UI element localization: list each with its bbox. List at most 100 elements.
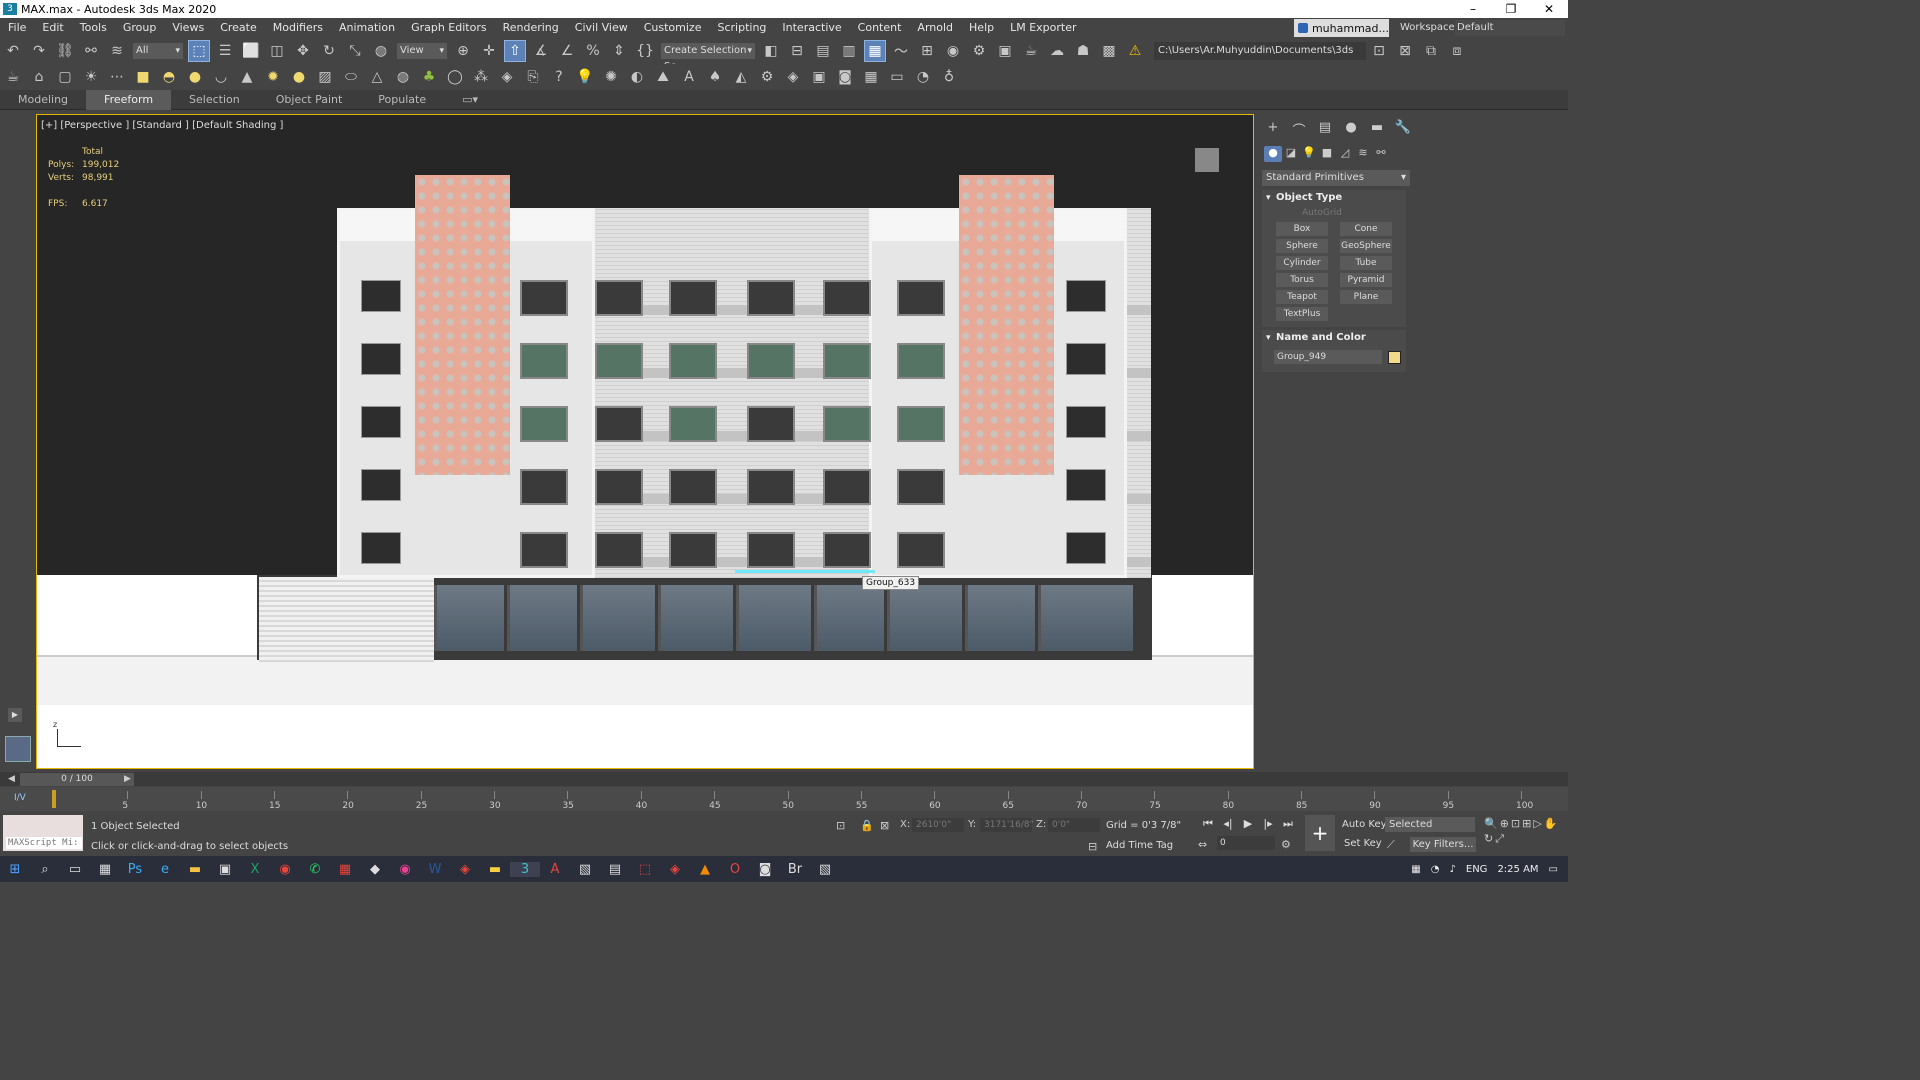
store-icon[interactable]: ▣: [210, 862, 240, 877]
zoom-all-icon[interactable]: ⊕: [1500, 817, 1509, 830]
app-icon[interactable]: ◉: [390, 862, 420, 877]
cone-primitive-icon[interactable]: ▲: [236, 66, 258, 88]
gear-icon[interactable]: ⚙: [756, 66, 778, 88]
pyramid-button[interactable]: Pyramid: [1340, 273, 1392, 287]
vlc-icon[interactable]: ▲: [690, 862, 720, 877]
create-tab-icon[interactable]: +: [1260, 120, 1286, 140]
name-and-color-title[interactable]: Name and Color: [1262, 330, 1406, 346]
capsule-icon[interactable]: ⬭: [340, 66, 362, 88]
whatsapp-icon[interactable]: ✆: [300, 862, 330, 877]
space-warps-icon[interactable]: ≋: [1354, 146, 1372, 162]
set-key-button[interactable]: Set Key: [1344, 838, 1382, 849]
chrome-icon[interactable]: ◉: [270, 862, 300, 877]
teapot-button[interactable]: Teapot: [1276, 290, 1328, 304]
menu-views[interactable]: Views: [164, 18, 212, 38]
viewport-layout-button[interactable]: [5, 736, 31, 762]
field-of-view-icon[interactable]: ▷: [1533, 817, 1541, 830]
schematic-view-icon[interactable]: ⊞: [916, 40, 938, 62]
shapes-icon[interactable]: ◪: [1282, 146, 1300, 162]
object-name-field[interactable]: Group_949: [1274, 350, 1382, 364]
set-keys-button[interactable]: +: [1305, 815, 1335, 851]
orbit-icon[interactable]: ↻: [1484, 832, 1493, 846]
menu-arnold[interactable]: Arnold: [909, 18, 961, 38]
modify-tab-icon[interactable]: ⌒: [1286, 120, 1312, 140]
tree-icon[interactable]: ♠: [704, 66, 726, 88]
menu-help[interactable]: Help: [961, 18, 1002, 38]
place-icon[interactable]: ◍: [370, 40, 392, 62]
particles-icon[interactable]: ⁂: [470, 66, 492, 88]
menu-modifiers[interactable]: Modifiers: [265, 18, 331, 38]
cameras-icon[interactable]: ■: [1318, 146, 1336, 162]
key-mode-toggle-icon[interactable]: ⇔: [1198, 838, 1207, 851]
app-icon[interactable]: ◈: [450, 862, 480, 877]
app-icon[interactable]: ◈: [660, 862, 690, 877]
play-icon[interactable]: ▶: [1238, 817, 1258, 831]
app-icon[interactable]: ◆: [360, 862, 390, 877]
geosphere-button[interactable]: GeoSphere: [1340, 239, 1392, 253]
plant-icon[interactable]: ♣: [418, 66, 440, 88]
scene-explorer-icon[interactable]: ▤: [812, 40, 834, 62]
warning-icon[interactable]: ⚠: [1124, 40, 1146, 62]
menu-animation[interactable]: Animation: [331, 18, 403, 38]
go-to-end-icon[interactable]: ⏭: [1278, 817, 1298, 831]
menu-file[interactable]: File: [0, 18, 34, 38]
spotlight-icon[interactable]: ◭: [730, 66, 752, 88]
search-icon[interactable]: ⌕: [30, 862, 60, 877]
torus-button[interactable]: Torus: [1276, 273, 1328, 287]
layer-explorer-icon[interactable]: ▥: [838, 40, 860, 62]
lights-icon[interactable]: 💡: [1300, 146, 1318, 162]
material-editor-icon[interactable]: ◉: [942, 40, 964, 62]
autocad-icon[interactable]: A: [540, 862, 570, 877]
sphere-button[interactable]: Sphere: [1276, 239, 1328, 253]
primitive-category-dropdown[interactable]: Standard Primitives: [1262, 170, 1410, 186]
perspective-viewport[interactable]: [+] [Perspective ] [Standard ] [Default …: [36, 114, 1254, 769]
paste-icon[interactable]: ⎘: [522, 66, 544, 88]
isolate-icon[interactable]: ⊡: [836, 819, 845, 832]
calculator-icon[interactable]: ▦: [90, 862, 120, 877]
inherit-container-icon[interactable]: ⧉: [1420, 40, 1442, 62]
current-frame-marker[interactable]: [52, 790, 56, 808]
selection-filter-dropdown[interactable]: All: [133, 43, 183, 59]
motion-tab-icon[interactable]: ●: [1338, 120, 1364, 140]
link-icon[interactable]: ⛓: [54, 40, 76, 62]
default-in-out-tangents-icon[interactable]: ⟋: [1387, 838, 1395, 852]
edit-named-selection-icon[interactable]: {}: [634, 40, 656, 62]
select-by-name-icon[interactable]: ☰: [214, 40, 236, 62]
time-slider-track[interactable]: [0, 772, 1568, 786]
sticky-notes-icon[interactable]: ▬: [480, 862, 510, 877]
task-view-icon[interactable]: ▭: [60, 862, 90, 877]
render-setup-icon[interactable]: ⚙: [968, 40, 990, 62]
tab-populate[interactable]: Populate: [360, 90, 444, 110]
app-icon[interactable]: ▤: [600, 862, 630, 877]
lock-selection-icon[interactable]: 🔒: [860, 819, 874, 832]
app-icon[interactable]: ◙: [750, 862, 780, 877]
minimize-button[interactable]: –: [1454, 0, 1492, 18]
light-bulb-icon[interactable]: 💡: [574, 66, 596, 88]
bowl-icon[interactable]: ◡: [210, 66, 232, 88]
workspace-select[interactable]: Default: [1455, 20, 1565, 36]
expand-layout-icon[interactable]: ▶: [8, 708, 22, 722]
rotate-icon[interactable]: ↻: [318, 40, 340, 62]
language-indicator[interactable]: ENG: [1466, 864, 1488, 875]
animal-icon[interactable]: ◐: [626, 66, 648, 88]
opera-icon[interactable]: O: [720, 862, 750, 877]
autogrid-checkbox[interactable]: AutoGrid: [1262, 206, 1406, 220]
windows-start-icon[interactable]: ⊞: [0, 862, 30, 877]
zoom-extents-all-icon[interactable]: ⊞: [1522, 817, 1531, 830]
helpers-icon[interactable]: ◿: [1336, 146, 1354, 162]
word-icon[interactable]: W: [420, 862, 450, 877]
curve-editor-mini-icon[interactable]: I/V: [14, 793, 26, 803]
tab-freeform[interactable]: Freeform: [86, 89, 172, 110]
track-bar[interactable]: I/V 5 10 15 20 25 30 35 40 45 50 55 60 65 70 75 80 85 90 9…: [0, 787, 1568, 811]
menu-group[interactable]: Group: [115, 18, 165, 38]
angle-snap-icon[interactable]: ∠: [556, 40, 578, 62]
menu-rendering[interactable]: Rendering: [495, 18, 567, 38]
hatch-icon[interactable]: ▨: [314, 66, 336, 88]
time-tag-icon[interactable]: ⊟: [1088, 840, 1097, 853]
text-icon[interactable]: A: [678, 66, 700, 88]
time-slider-prev-icon[interactable]: ◀: [8, 774, 15, 784]
sphere-blue-icon[interactable]: ◯: [444, 66, 466, 88]
maxscript-input[interactable]: MAXScript Mi:: [6, 837, 82, 849]
time-configuration-icon[interactable]: ⚙: [1281, 838, 1291, 851]
box-primitive-icon[interactable]: ■: [132, 66, 154, 88]
